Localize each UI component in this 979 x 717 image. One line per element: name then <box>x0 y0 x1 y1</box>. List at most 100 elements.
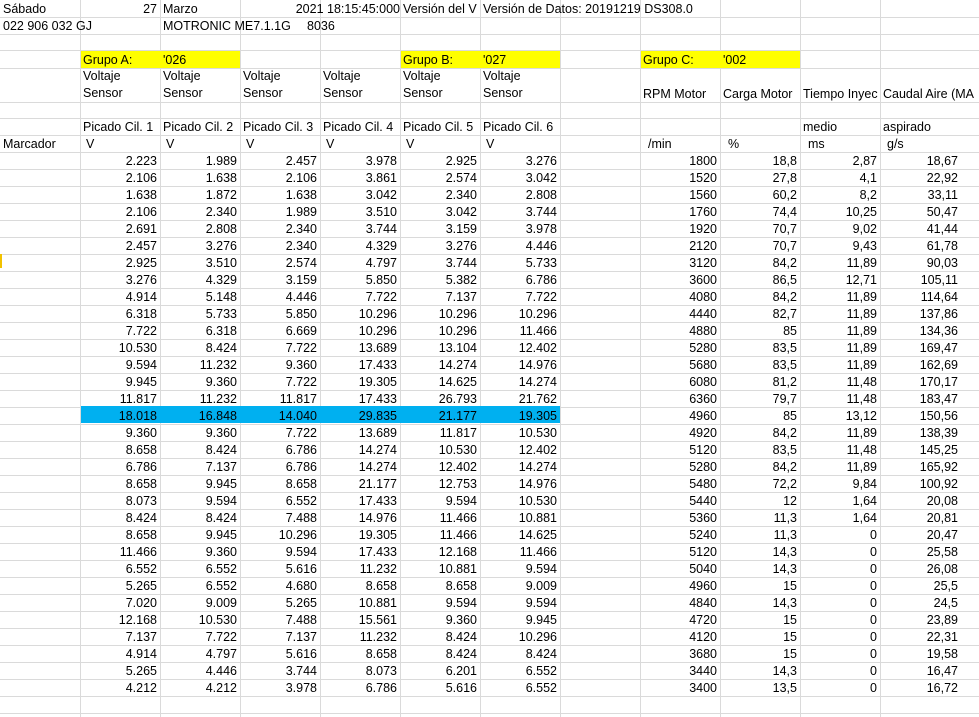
table-cell[interactable]: 2.925 <box>81 255 157 271</box>
table-cell[interactable]: 6.786 <box>81 459 157 475</box>
table-cell[interactable]: 2.574 <box>401 170 477 186</box>
airflow-unit[interactable]: g/s <box>887 136 904 152</box>
table-cell[interactable]: 5480 <box>641 476 717 492</box>
table-cell[interactable]: 18.018 <box>81 408 157 424</box>
table-cell[interactable]: 4.914 <box>81 289 157 305</box>
table-cell[interactable]: 6.552 <box>481 680 557 696</box>
table-cell[interactable]: 20,47 <box>882 527 958 543</box>
table-cell[interactable]: 4.329 <box>161 272 237 288</box>
table-cell[interactable]: 11,48 <box>801 374 877 390</box>
table-cell[interactable]: 3.978 <box>241 680 317 696</box>
injection-sub[interactable]: medio <box>803 119 837 135</box>
table-cell[interactable]: 11,89 <box>801 357 877 373</box>
table-cell[interactable]: 5240 <box>641 527 717 543</box>
table-cell[interactable]: 14.976 <box>481 357 557 373</box>
col2-name[interactable]: Picado Cil. 2 <box>163 119 233 135</box>
table-cell[interactable]: 10.881 <box>321 595 397 611</box>
col5-unit[interactable]: V <box>406 136 414 152</box>
table-cell[interactable]: 18,67 <box>882 153 958 169</box>
table-cell[interactable]: 7.488 <box>241 612 317 628</box>
table-cell[interactable]: 6.552 <box>161 561 237 577</box>
table-cell[interactable]: 14,3 <box>721 544 797 560</box>
table-cell[interactable]: 11,89 <box>801 340 877 356</box>
col6-unit[interactable]: V <box>486 136 494 152</box>
injection-unit[interactable]: ms <box>808 136 825 152</box>
table-cell[interactable]: 12.402 <box>481 340 557 356</box>
table-cell[interactable]: 11.817 <box>401 425 477 441</box>
table-cell[interactable]: 3400 <box>641 680 717 696</box>
table-cell[interactable]: 15.561 <box>321 612 397 628</box>
col4-unit[interactable]: V <box>326 136 334 152</box>
table-cell[interactable]: 13.104 <box>401 340 477 356</box>
table-cell[interactable]: 4.446 <box>481 238 557 254</box>
table-cell[interactable]: 7.722 <box>161 629 237 645</box>
table-cell[interactable]: 2.808 <box>481 187 557 203</box>
table-cell[interactable]: 105,11 <box>882 272 958 288</box>
table-cell[interactable]: 4880 <box>641 323 717 339</box>
table-cell[interactable]: 12,71 <box>801 272 877 288</box>
table-cell[interactable]: 10.296 <box>401 306 477 322</box>
table-cell[interactable]: 25,5 <box>882 578 958 594</box>
load-header[interactable]: Carga Motor <box>723 86 792 102</box>
table-cell[interactable]: 3.042 <box>321 187 397 203</box>
table-cell[interactable]: 5.616 <box>241 561 317 577</box>
table-cell[interactable]: 183,47 <box>882 391 958 407</box>
table-cell[interactable]: 3.276 <box>481 153 557 169</box>
table-cell[interactable]: 5.733 <box>481 255 557 271</box>
table-cell[interactable]: 74,4 <box>721 204 797 220</box>
col1-line1[interactable]: Voltaje <box>83 68 121 84</box>
airflow-header[interactable]: Caudal Aire (MA <box>883 86 979 102</box>
table-cell[interactable]: 14.625 <box>481 527 557 543</box>
table-cell[interactable]: 11,89 <box>801 425 877 441</box>
table-cell[interactable]: 6080 <box>641 374 717 390</box>
table-cell[interactable]: 84,2 <box>721 425 797 441</box>
table-cell[interactable]: 17.433 <box>321 493 397 509</box>
table-cell[interactable]: 17.433 <box>321 391 397 407</box>
table-cell[interactable]: 11.466 <box>401 527 477 543</box>
table-cell[interactable]: 4440 <box>641 306 717 322</box>
group-b-code[interactable]: '027 <box>483 52 506 68</box>
table-cell[interactable]: 5.382 <box>401 272 477 288</box>
table-cell[interactable]: 0 <box>801 663 877 679</box>
table-cell[interactable]: 3.159 <box>401 221 477 237</box>
table-cell[interactable]: 90,03 <box>882 255 958 271</box>
table-cell[interactable]: 3.276 <box>401 238 477 254</box>
table-cell[interactable]: 2.106 <box>241 170 317 186</box>
table-cell[interactable]: 7.020 <box>81 595 157 611</box>
table-cell[interactable]: 13.689 <box>321 425 397 441</box>
table-cell[interactable]: 11.232 <box>161 357 237 373</box>
table-cell[interactable]: 16.848 <box>161 408 237 424</box>
table-cell[interactable]: 5280 <box>641 459 717 475</box>
col3-unit[interactable]: V <box>246 136 254 152</box>
table-cell[interactable]: 11,3 <box>721 527 797 543</box>
group-c-label[interactable]: Grupo C: <box>643 52 694 68</box>
cell-version[interactable]: Versión del V <box>403 1 477 17</box>
table-cell[interactable]: 2.574 <box>241 255 317 271</box>
table-cell[interactable]: 1920 <box>641 221 717 237</box>
table-cell[interactable]: 9.594 <box>81 357 157 373</box>
table-cell[interactable]: 2.925 <box>401 153 477 169</box>
table-cell[interactable]: 11.232 <box>321 561 397 577</box>
table-cell[interactable]: 6.786 <box>241 442 317 458</box>
table-cell[interactable]: 10,25 <box>801 204 877 220</box>
table-cell[interactable]: 9,43 <box>801 238 877 254</box>
table-cell[interactable]: 14.976 <box>321 510 397 526</box>
table-cell[interactable]: 25,58 <box>882 544 958 560</box>
table-cell[interactable]: 12 <box>721 493 797 509</box>
col6-line1[interactable]: Voltaje <box>483 68 521 84</box>
table-cell[interactable]: 3680 <box>641 646 717 662</box>
table-cell[interactable]: 8.658 <box>81 442 157 458</box>
table-cell[interactable]: 70,7 <box>721 221 797 237</box>
table-cell[interactable]: 8.658 <box>401 578 477 594</box>
table-cell[interactable]: 6.786 <box>481 272 557 288</box>
table-cell[interactable]: 165,92 <box>882 459 958 475</box>
table-cell[interactable]: 14.040 <box>241 408 317 424</box>
table-cell[interactable]: 4.212 <box>161 680 237 696</box>
table-cell[interactable]: 3.978 <box>321 153 397 169</box>
cell-year-time[interactable]: 2021 18:15:45:000 <box>241 1 400 17</box>
table-cell[interactable]: 9,84 <box>801 476 877 492</box>
table-cell[interactable]: 7.722 <box>241 425 317 441</box>
group-b-label[interactable]: Grupo B: <box>403 52 453 68</box>
table-cell[interactable]: 1760 <box>641 204 717 220</box>
table-cell[interactable]: 2.340 <box>241 238 317 254</box>
